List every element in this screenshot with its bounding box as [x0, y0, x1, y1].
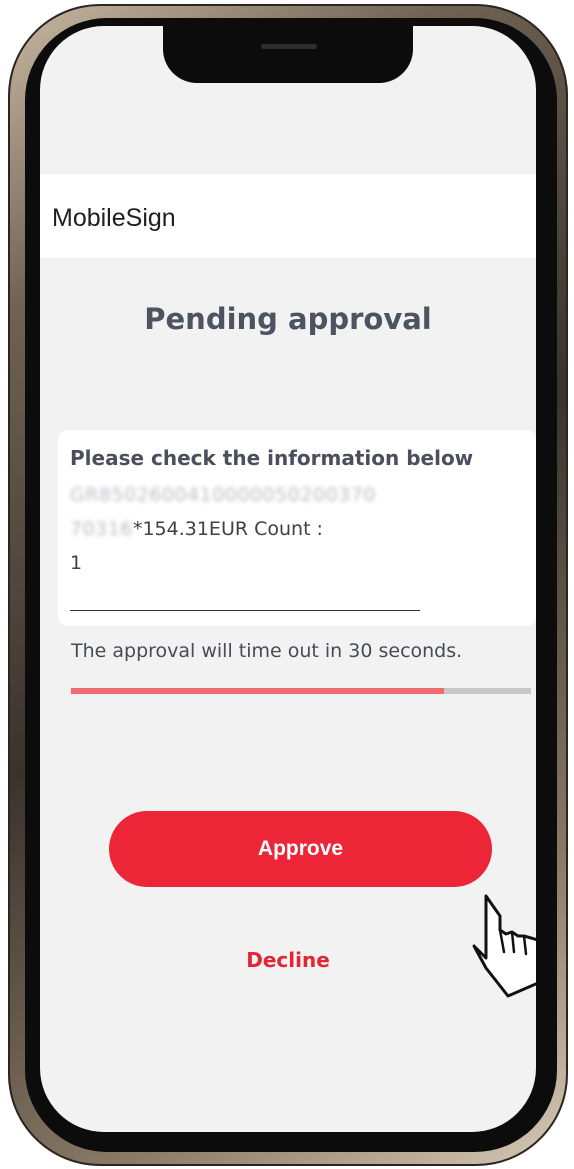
app-title: MobileSign: [52, 204, 176, 232]
amount-count-text: *154.31EUR Count :: [132, 518, 323, 540]
approve-button[interactable]: Approve: [109, 811, 492, 887]
timeout-text: The approval will time out in 30 seconds…: [71, 640, 463, 662]
info-card: Please check the information below GR850…: [58, 430, 536, 626]
timeout-progress-track: [71, 688, 531, 694]
hand-cursor-icon: [472, 894, 536, 998]
decline-button[interactable]: Decline: [40, 948, 536, 972]
count-value: 1: [70, 552, 83, 574]
phone-notch: [163, 26, 413, 83]
info-underline: [70, 610, 420, 611]
app-header: MobileSign: [40, 174, 536, 258]
transaction-line: 70316*154.31EUR Count :: [70, 518, 323, 540]
iban-line-2-prefix: 70316: [70, 518, 133, 540]
phone-screen: MobileSign Pending approval Please check…: [40, 26, 536, 1132]
timeout-progress-fill: [71, 688, 444, 694]
iban-line-1: GR8502600410000050200370: [70, 484, 376, 506]
page-title: Pending approval: [144, 302, 432, 336]
speaker-grille: [261, 44, 317, 49]
info-heading: Please check the information below: [70, 446, 474, 470]
